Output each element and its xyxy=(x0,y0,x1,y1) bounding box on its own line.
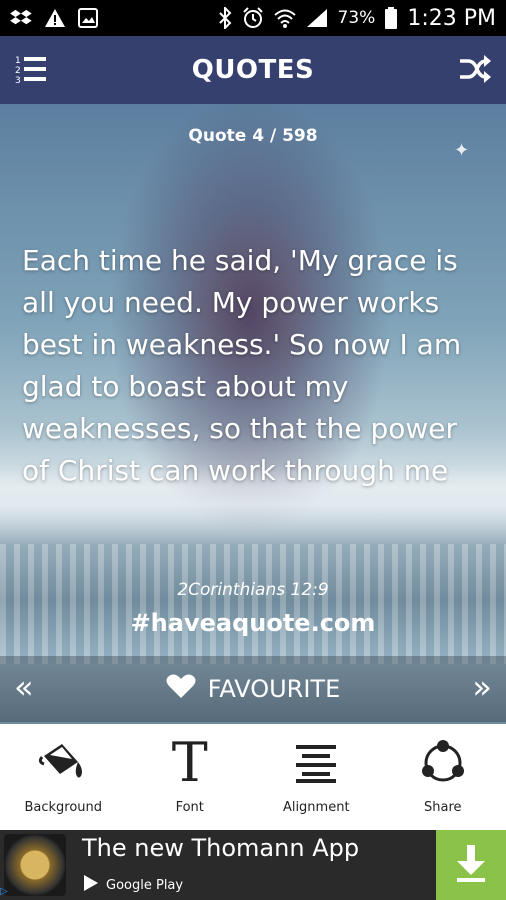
font-button[interactable]: T Font xyxy=(127,724,254,830)
align-icon xyxy=(292,732,340,794)
svg-text:1: 1 xyxy=(15,56,21,66)
ad-store-label: Google Play xyxy=(106,877,184,893)
shuffle-button[interactable] xyxy=(458,54,492,88)
ad-info-icon[interactable]: ▷ xyxy=(0,886,14,900)
battery-percent: 73% xyxy=(337,8,376,28)
ad-store: Google Play xyxy=(82,874,183,896)
quote-text: Each time he said, 'My grace is all you … xyxy=(22,244,462,487)
edit-toolbar: Background T Font Alignment Share xyxy=(0,724,506,830)
quote-list-button[interactable]: 1 2 3 xyxy=(14,52,48,90)
svg-text:3: 3 xyxy=(15,76,21,86)
favourite-bar: « FAVOURITE » xyxy=(0,656,506,722)
font-label: Font xyxy=(175,800,204,815)
alignment-label: Alignment xyxy=(282,800,350,815)
quote-card[interactable]: ✦ Quote 4 / 598 Each time he said, 'My g… xyxy=(0,104,506,724)
paint-bucket-icon xyxy=(38,732,88,794)
status-bar: 73% 1:23 PM xyxy=(0,0,506,36)
background-label: Background xyxy=(24,800,103,815)
quote-hashtag: #haveaquote.com xyxy=(130,609,376,637)
clock: 1:23 PM xyxy=(407,5,496,31)
previous-quote-button[interactable]: « xyxy=(14,668,34,706)
dropbox-icon xyxy=(10,9,32,27)
page-title: QUOTES xyxy=(191,55,315,85)
ad-title: The new Thomann App xyxy=(82,834,360,862)
share-button[interactable]: Share xyxy=(380,724,506,830)
ad-download-button[interactable] xyxy=(436,830,506,900)
share-label: Share xyxy=(423,800,462,815)
download-icon xyxy=(453,843,489,887)
quote-reference: 2Corinthians 12:9 xyxy=(177,580,329,600)
shuffle-icon xyxy=(458,55,492,88)
app-bar: 1 2 3 QUOTES xyxy=(0,36,506,104)
alignment-button[interactable]: Alignment xyxy=(253,724,380,830)
bluetooth-icon xyxy=(218,7,232,29)
favourite-label: FAVOURITE xyxy=(207,675,341,703)
background-button[interactable]: Background xyxy=(0,724,127,830)
alarm-icon xyxy=(242,7,264,29)
next-quote-button[interactable]: » xyxy=(472,668,492,706)
image-icon xyxy=(78,8,98,28)
numbered-list-icon: 1 2 3 xyxy=(14,56,48,90)
font-icon: T xyxy=(171,731,208,794)
background-waterfall xyxy=(0,544,506,664)
warning-icon xyxy=(44,8,66,28)
play-store-icon xyxy=(82,874,100,896)
signal-icon xyxy=(306,8,328,28)
battery-icon xyxy=(385,7,398,29)
heart-icon xyxy=(166,673,196,705)
svg-text:2: 2 xyxy=(15,66,21,76)
wifi-icon xyxy=(273,8,296,28)
ad-banner[interactable]: The new Thomann App Google Play ▷ xyxy=(0,830,506,900)
favourite-button[interactable]: FAVOURITE xyxy=(166,673,341,705)
share-icon xyxy=(419,732,467,794)
quote-counter: Quote 4 / 598 xyxy=(188,126,318,146)
